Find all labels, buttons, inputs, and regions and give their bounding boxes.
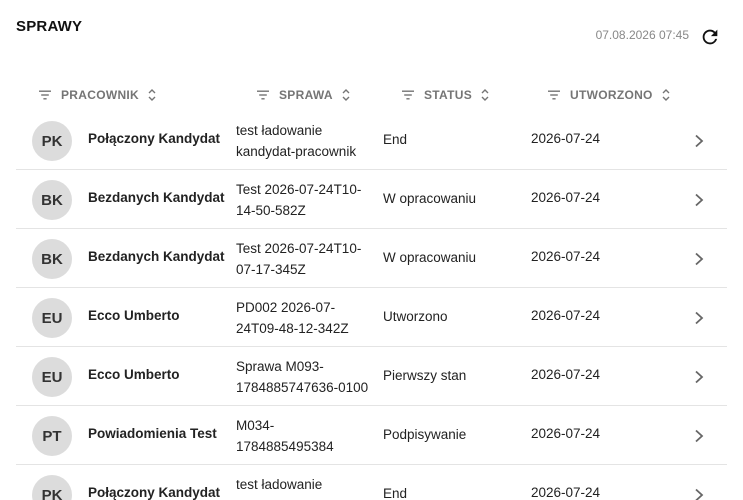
filter-icon[interactable] xyxy=(401,88,415,102)
case-name-line: kandydat-pracownik xyxy=(236,144,357,159)
table-row[interactable]: PT Powiadomienia Test M034- 178488549538… xyxy=(16,406,727,465)
employee-name: Bezdanych Kandydat xyxy=(88,190,225,205)
chevron-right-icon[interactable] xyxy=(692,369,706,385)
employee-name: Ecco Umberto xyxy=(88,308,180,323)
chevron-right-icon[interactable] xyxy=(692,251,706,267)
case-name: Test 2026-07-24T10- 14-50-582Z xyxy=(236,179,384,221)
filter-icon[interactable] xyxy=(38,88,52,102)
chevron-right-icon[interactable] xyxy=(692,192,706,208)
case-name-line: 24T09-48-12-342Z xyxy=(236,321,349,336)
case-name-line: test ładowanie xyxy=(236,477,323,492)
case-name-line: 07-17-345Z xyxy=(236,262,306,277)
column-header-label: PRACOWNIK xyxy=(61,88,140,102)
table-row[interactable]: EU Ecco Umberto Sprawa M093- 17848857476… xyxy=(16,347,727,406)
case-status: W opracowaniu xyxy=(383,191,477,206)
case-name: PD002 2026-07- 24T09-48-12-342Z xyxy=(236,297,384,339)
table-row[interactable]: PK Połączony Kandydat test ładowanie kan… xyxy=(16,465,727,500)
created-date: 2026-07-24 xyxy=(531,131,601,146)
refresh-button[interactable] xyxy=(699,26,721,48)
avatar: PT xyxy=(32,416,72,456)
column-header-employee[interactable]: PRACOWNIK xyxy=(38,82,157,108)
employee-name: Ecco Umberto xyxy=(88,367,180,382)
case-name: test ładowanie kandydat-pracownik xyxy=(236,120,384,162)
case-name-line: 14-50-582Z xyxy=(236,203,306,218)
table-row[interactable]: BK Bezdanych Kandydat Test 2026-07-24T10… xyxy=(16,170,727,229)
sort-icon[interactable] xyxy=(341,88,351,102)
column-header-case[interactable]: SPRAWA xyxy=(256,82,351,108)
created-date: 2026-07-24 xyxy=(531,485,601,500)
column-header-label: SPRAWA xyxy=(279,88,333,102)
created-date: 2026-07-24 xyxy=(531,190,601,205)
column-header-label: UTWORZONO xyxy=(570,88,653,102)
avatar: PK xyxy=(32,475,72,500)
case-name-line: 1784885747636-0100 xyxy=(236,380,369,395)
case-name-line: 1784885495384 xyxy=(236,439,334,454)
case-name-line: Test 2026-07-24T10- xyxy=(236,182,362,197)
sort-icon[interactable] xyxy=(480,88,490,102)
sort-icon[interactable] xyxy=(661,88,671,102)
case-status: End xyxy=(383,132,408,147)
employee-name: Połączony Kandydat xyxy=(88,131,221,146)
case-name: test ładowanie kandydat-pracownik xyxy=(236,474,384,500)
case-name-line: kandydat-pracownik xyxy=(236,495,384,500)
case-name: Test 2026-07-24T10- 07-17-345Z xyxy=(236,238,384,280)
chevron-right-icon[interactable] xyxy=(692,310,706,326)
chevron-right-icon[interactable] xyxy=(692,487,706,500)
case-status: Utworzono xyxy=(383,309,448,324)
column-header-label: STATUS xyxy=(424,88,473,102)
refresh-icon xyxy=(702,29,718,45)
table-row[interactable]: PK Połączony Kandydat test ładowanie kan… xyxy=(16,111,727,170)
cases-table-body: PK Połączony Kandydat test ładowanie kan… xyxy=(16,111,727,500)
case-status: End xyxy=(383,486,408,500)
column-header-status[interactable]: STATUS xyxy=(401,82,490,108)
avatar: EU xyxy=(32,357,72,397)
chevron-right-icon[interactable] xyxy=(692,428,706,444)
employee-name: Bezdanych Kandydat xyxy=(88,249,225,264)
filter-icon[interactable] xyxy=(547,88,561,102)
case-name: M034- 1784885495384 xyxy=(236,415,384,457)
case-name: Sprawa M093- 1784885747636-0100 xyxy=(236,356,384,398)
avatar: PK xyxy=(32,121,72,161)
page-title: SPRAWY xyxy=(16,18,83,35)
last-refresh-timestamp: 07.08.2026 07:45 xyxy=(595,28,689,42)
cases-page: SPRAWY 07.08.2026 07:45 PRACOWNIK SPRAWA… xyxy=(0,0,743,500)
table-row[interactable]: BK Bezdanych Kandydat Test 2026-07-24T10… xyxy=(16,229,727,288)
created-date: 2026-07-24 xyxy=(531,367,601,382)
column-header-created[interactable]: UTWORZONO xyxy=(547,82,671,108)
case-status: Pierwszy stan xyxy=(383,368,467,383)
employee-name: Powiadomienia Test xyxy=(88,426,217,441)
created-date: 2026-07-24 xyxy=(531,249,601,264)
case-name-line: Test 2026-07-24T10- xyxy=(236,241,362,256)
case-status: Podpisywanie xyxy=(383,427,467,442)
case-name-line: M034- xyxy=(236,418,275,433)
table-header: PRACOWNIK SPRAWA STATUS UTWORZONO xyxy=(16,82,727,108)
avatar: BK xyxy=(32,180,72,220)
created-date: 2026-07-24 xyxy=(531,308,601,323)
sort-icon[interactable] xyxy=(147,88,157,102)
case-name-line: test ładowanie xyxy=(236,123,323,138)
case-name-line: PD002 2026-07- xyxy=(236,300,336,315)
avatar: BK xyxy=(32,239,72,279)
case-name-line: Sprawa M093- xyxy=(236,359,324,374)
filter-icon[interactable] xyxy=(256,88,270,102)
avatar: EU xyxy=(32,298,72,338)
case-status: W opracowaniu xyxy=(383,250,477,265)
table-row[interactable]: EU Ecco Umberto PD002 2026-07- 24T09-48-… xyxy=(16,288,727,347)
employee-name: Połączony Kandydat xyxy=(88,485,221,500)
created-date: 2026-07-24 xyxy=(531,426,601,441)
chevron-right-icon[interactable] xyxy=(692,133,706,149)
